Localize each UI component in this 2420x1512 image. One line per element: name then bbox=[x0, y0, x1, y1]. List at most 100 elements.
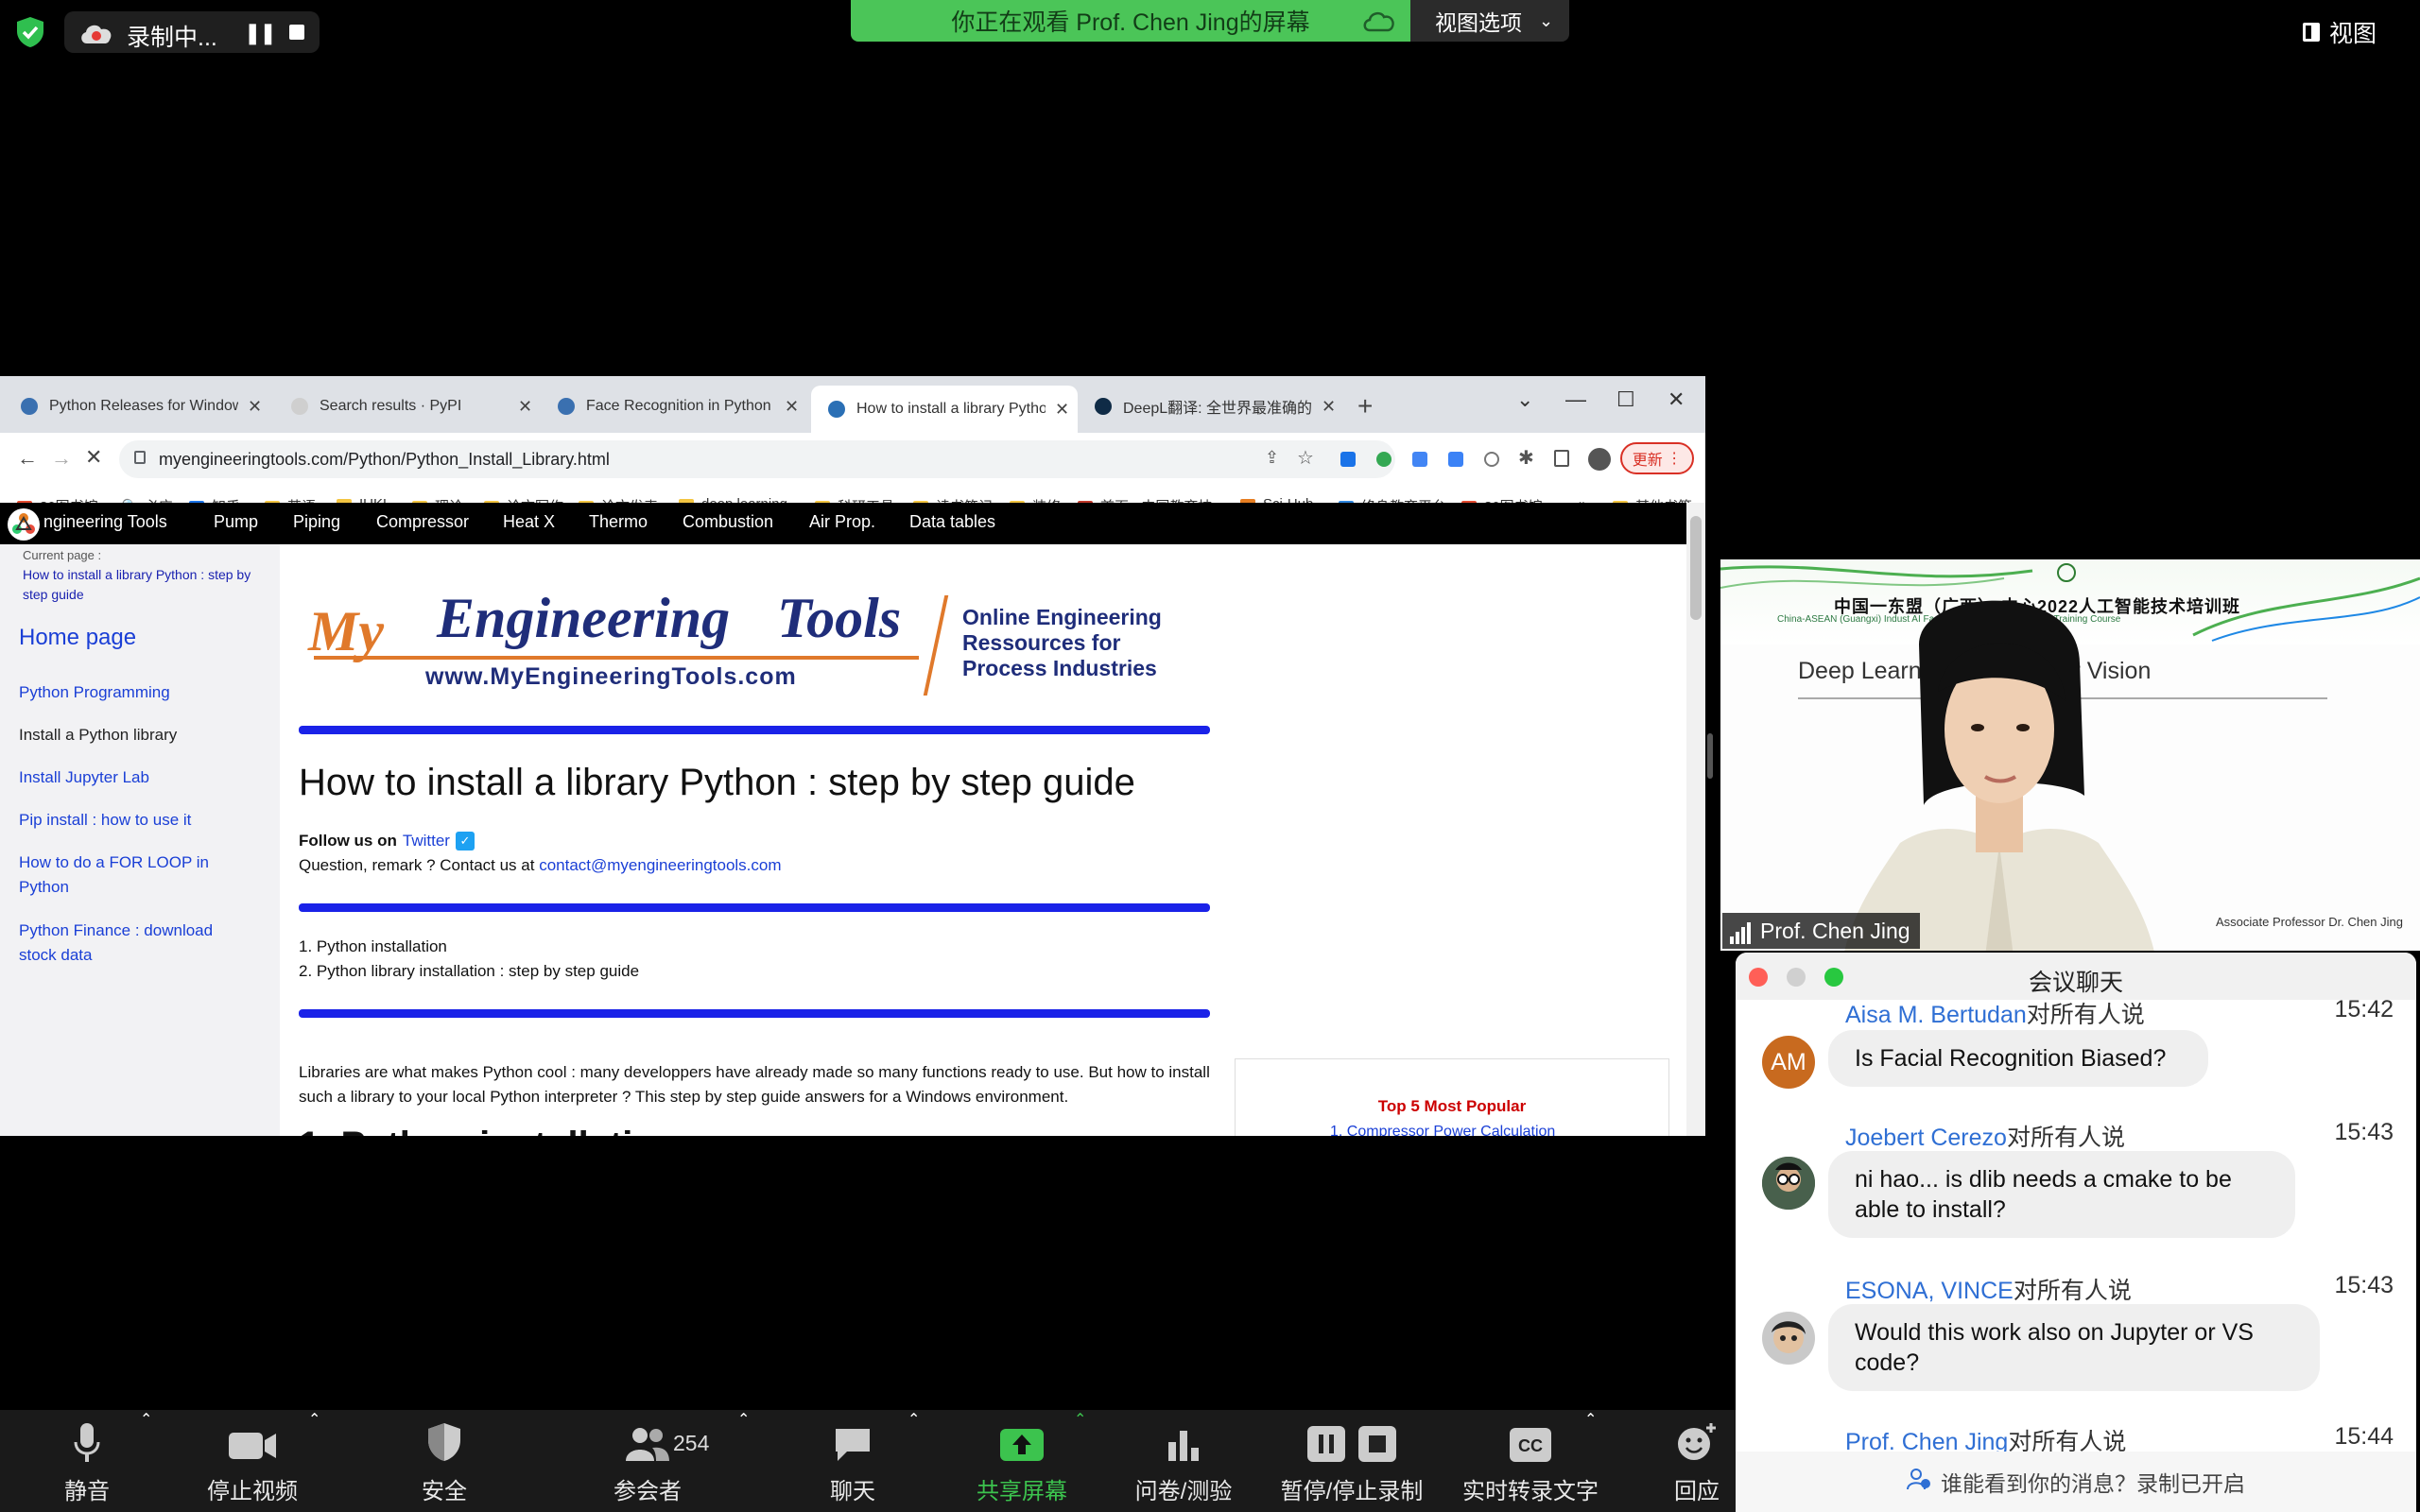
view-options-label: 视图选项 bbox=[1435, 10, 1522, 35]
video-options-caret-icon[interactable]: ⌃ bbox=[308, 1410, 320, 1429]
tab-search-icon[interactable]: ⌄ bbox=[1516, 387, 1533, 412]
url-field[interactable]: myengineeringtools.com/Python/Python_Ins… bbox=[119, 440, 1395, 478]
view-button[interactable]: 视图 bbox=[2303, 15, 2377, 49]
scroll-thumb[interactable] bbox=[1690, 516, 1702, 620]
screen-share-banner: 你正在观看 Prof. Chen Jing的屏幕 bbox=[851, 0, 1410, 42]
twitter-icon[interactable]: ✓ bbox=[455, 832, 475, 850]
mute-options-caret-icon[interactable]: ⌃ bbox=[140, 1410, 152, 1429]
browser-tab-active[interactable]: How to install a library Python ✕ bbox=[811, 386, 1078, 433]
sidebar-link-pip[interactable]: Pip install : how to use it bbox=[19, 808, 255, 833]
share-page-icon[interactable]: ⇪ bbox=[1265, 448, 1279, 468]
close-tab-icon[interactable]: ✕ bbox=[1055, 400, 1069, 420]
minimize-icon[interactable]: — bbox=[1565, 387, 1586, 412]
browser-tab[interactable]: Face Recognition in Python us ✕ bbox=[541, 387, 809, 425]
browser-tab[interactable]: Search results · PyPI ✕ bbox=[274, 387, 543, 425]
sidebar-link-jupyter[interactable]: Install Jupyter Lab bbox=[19, 765, 255, 790]
participants-caret-icon[interactable]: ⌃ bbox=[737, 1410, 750, 1429]
nav-heat-x[interactable]: Heat X bbox=[503, 512, 555, 532]
toc-item[interactable]: 1. Python installation bbox=[299, 937, 447, 956]
security-button[interactable]: 安全 bbox=[406, 1410, 482, 1512]
sender-name[interactable]: ESONA, VINCE bbox=[1845, 1278, 2014, 1304]
share-screen-button[interactable]: 共享屏幕 bbox=[972, 1410, 1072, 1512]
toc-item[interactable]: 2. Python library installation : step by… bbox=[299, 962, 639, 981]
stop-video-label: 停止视频 bbox=[207, 1479, 298, 1504]
contact-email-link[interactable]: contact@myengineeringtools.com bbox=[539, 856, 781, 874]
pypi-favicon-icon bbox=[291, 398, 308, 415]
extension-icon[interactable] bbox=[1340, 452, 1356, 467]
nav-piping[interactable]: Piping bbox=[293, 512, 340, 532]
layout-icon bbox=[2303, 23, 2320, 42]
security-label: 安全 bbox=[422, 1479, 467, 1504]
participant-count: 254 bbox=[673, 1431, 710, 1455]
site-logo-icon[interactable] bbox=[8, 508, 40, 541]
nav-combustion[interactable]: Combustion bbox=[683, 512, 773, 532]
reactions-button[interactable]: 回应 bbox=[1664, 1410, 1730, 1512]
sender-name[interactable]: Aisa M. Bertudan bbox=[1845, 1002, 2027, 1028]
browser-tab[interactable]: DeepL翻译: 全世界最准确的翻 ✕ bbox=[1078, 387, 1346, 425]
popular-link[interactable]: 1. Compressor Power Calculation bbox=[1330, 1124, 1555, 1136]
live-transcription-button[interactable]: CC 实时转录文字 bbox=[1460, 1410, 1601, 1512]
sidebar-link-finance[interactable]: Python Finance : download stock data bbox=[19, 919, 227, 968]
bar-chart-icon bbox=[1165, 1410, 1202, 1463]
chat-caret-icon[interactable]: ⌃ bbox=[908, 1410, 920, 1429]
nav-air-prop[interactable]: Air Prop. bbox=[809, 512, 875, 532]
bookmark-star-icon[interactable]: ☆ bbox=[1297, 446, 1314, 470]
logo-tagline-1: Online Engineering bbox=[962, 605, 1162, 629]
sidebar-link-install-library[interactable]: Install a Python library bbox=[19, 723, 255, 747]
side-panel-icon[interactable] bbox=[1554, 450, 1569, 467]
lock-icon bbox=[134, 451, 146, 464]
nav-engineering-tools[interactable]: ngineering Tools bbox=[43, 512, 167, 532]
update-browser-button[interactable]: 更新 ⋮ bbox=[1620, 442, 1694, 474]
nav-compressor[interactable]: Compressor bbox=[376, 512, 469, 532]
page-scrollbar[interactable] bbox=[1686, 503, 1705, 1136]
share-caret-icon[interactable]: ⌃ bbox=[1074, 1410, 1086, 1429]
twitter-link[interactable]: Twitter bbox=[403, 832, 450, 850]
nav-data-tables[interactable]: Data tables bbox=[909, 512, 995, 532]
transcription-caret-icon[interactable]: ⌃ bbox=[1584, 1410, 1597, 1429]
close-tab-icon[interactable]: ✕ bbox=[518, 397, 532, 417]
profile-avatar[interactable] bbox=[1588, 448, 1611, 471]
participants-button[interactable]: 参会者 bbox=[605, 1410, 690, 1512]
chat-message-bubble: Would this work also on Jupyter or VS co… bbox=[1828, 1304, 2320, 1391]
chat-message-bubble: ni hao... is dlib needs a cmake to be ab… bbox=[1828, 1151, 2295, 1238]
forward-icon[interactable]: → bbox=[51, 446, 72, 471]
stop-recording-icon[interactable] bbox=[289, 25, 304, 40]
maximize-icon[interactable]: ☐ bbox=[1616, 387, 1635, 412]
sidebar-link-python-programming[interactable]: Python Programming bbox=[19, 680, 255, 705]
divider-bar bbox=[299, 726, 1210, 734]
home-page-link[interactable]: Home page bbox=[19, 626, 255, 650]
chat-button[interactable]: 聊天 bbox=[815, 1410, 890, 1512]
sender-name[interactable]: Joebert Cerezo bbox=[1845, 1125, 2007, 1151]
nav-pump[interactable]: Pump bbox=[214, 512, 258, 532]
mute-button[interactable]: 静音 bbox=[49, 1410, 125, 1512]
current-page-link[interactable]: How to install a library Python : step b… bbox=[23, 565, 259, 605]
stop-icon bbox=[1358, 1426, 1396, 1462]
security-shield-icon[interactable] bbox=[13, 15, 51, 49]
chat-visibility-notice[interactable]: 谁能看到你的消息？录制已开启 bbox=[1736, 1452, 2416, 1512]
share-screen-label: 共享屏幕 bbox=[977, 1479, 1067, 1504]
polls-button[interactable]: 问卷/测验 bbox=[1127, 1410, 1240, 1512]
extension-icon[interactable] bbox=[1448, 452, 1463, 467]
recipient-label: 对所有人说 bbox=[2026, 1002, 2145, 1028]
translate-icon[interactable] bbox=[1412, 452, 1427, 467]
browser-tab[interactable]: Python Releases for Windows ✕ bbox=[4, 387, 272, 425]
pause-recording-icon[interactable]: ❚❚ bbox=[244, 21, 277, 45]
close-window-icon[interactable]: ✕ bbox=[1668, 387, 1685, 412]
close-tab-icon[interactable]: ✕ bbox=[248, 397, 262, 417]
grammarly-icon[interactable] bbox=[1376, 452, 1392, 467]
view-options-dropdown[interactable]: 视图选项 ⌄ bbox=[1410, 0, 1569, 42]
stop-video-button[interactable]: 停止视频 bbox=[200, 1410, 304, 1512]
logo-engineering: Engineering bbox=[437, 587, 731, 649]
new-tab-icon[interactable]: + bbox=[1357, 391, 1373, 421]
back-icon[interactable]: ← bbox=[17, 446, 38, 471]
nav-thermo[interactable]: Thermo bbox=[589, 512, 648, 532]
pause-stop-recording-button[interactable]: 暂停/停止录制 bbox=[1274, 1410, 1429, 1512]
close-tab-icon[interactable]: ✕ bbox=[785, 397, 799, 417]
sidebar-link-for-loop[interactable]: How to do a FOR LOOP in Python bbox=[19, 850, 227, 900]
close-tab-icon[interactable]: ✕ bbox=[1322, 397, 1336, 417]
split-resize-handle[interactable] bbox=[1707, 733, 1713, 779]
stop-loading-icon[interactable]: ✕ bbox=[85, 445, 102, 470]
tab-title: Search results · PyPI bbox=[320, 398, 462, 414]
extension-icon[interactable] bbox=[1484, 452, 1499, 467]
puzzle-extensions-icon[interactable]: ✱ bbox=[1518, 446, 1534, 470]
